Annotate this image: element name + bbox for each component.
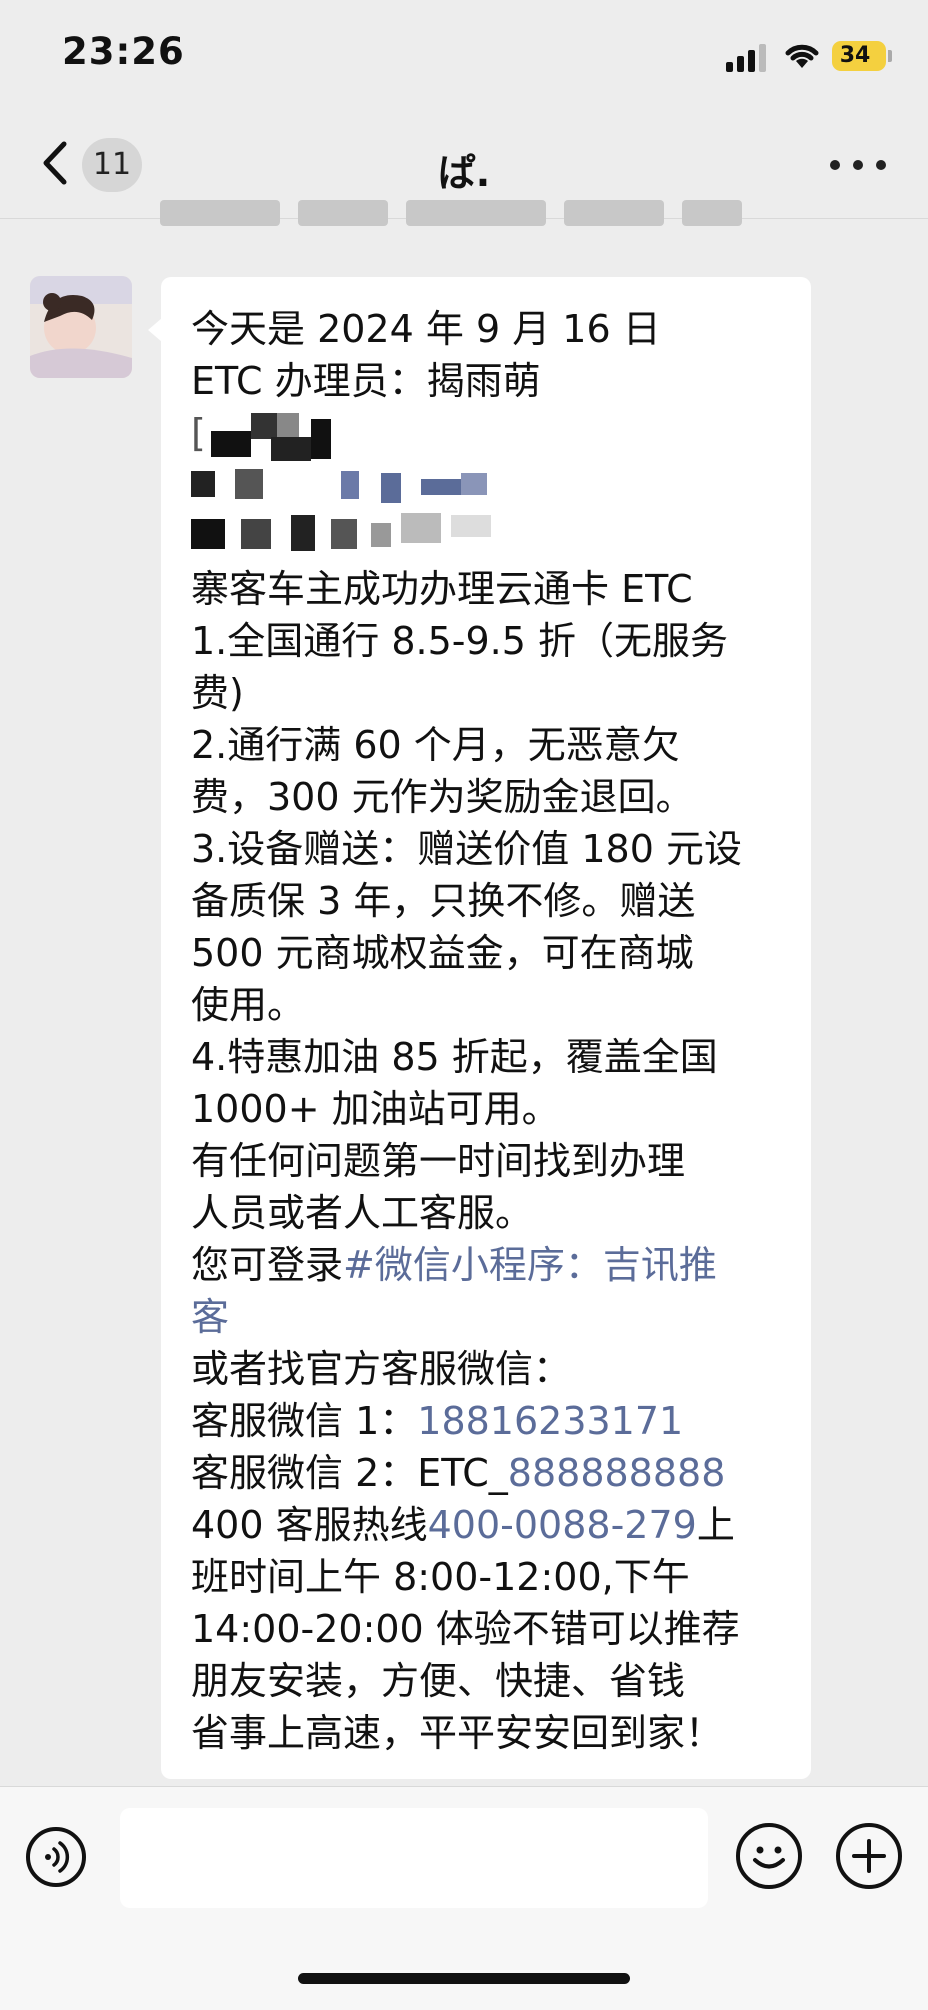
- cellular-signal-icon: [726, 42, 770, 72]
- message-line: 500 元商城权益金，可在商城: [191, 931, 694, 975]
- message-line: 客服微信 2：ETC_888888888: [191, 1447, 725, 1499]
- message-line: 2.通行满 60 个月，无恶意欠: [191, 723, 680, 767]
- previous-message-fragment: [160, 200, 780, 226]
- battery-level: 34: [839, 43, 871, 68]
- message-line: 1.全国通行 8.5-9.5 折（无服务: [191, 619, 728, 663]
- message-line: 省事上高速，平平安安回到家！: [191, 1711, 724, 1755]
- message-line: ETC 办理员：揭雨萌: [191, 359, 541, 403]
- message-text: 客服微信 1：: [191, 1399, 418, 1443]
- plus-glyph: [852, 1839, 886, 1873]
- message-line: 14:00-20:00 体验不错可以推荐: [191, 1607, 740, 1651]
- phone-link[interactable]: 888888888: [508, 1451, 726, 1495]
- redacted-mosaic: [191, 403, 651, 575]
- message-text: 上: [696, 1503, 735, 1547]
- message-text: 400 客服热线: [191, 1503, 428, 1547]
- battery-charging-icon: 34: [832, 41, 886, 71]
- emoji-icon[interactable]: [736, 1823, 802, 1889]
- message-line: 使用。: [191, 983, 306, 1027]
- message-bubble[interactable]: 今天是 2024 年 9 月 16 日 ETC 办理员：揭雨萌 [ 寨客车主成功…: [161, 277, 811, 1779]
- message-line: 400 客服热线400-0088-279上: [191, 1499, 735, 1551]
- message-line: 人员或者人工客服。: [191, 1191, 534, 1235]
- message-input[interactable]: [120, 1808, 708, 1908]
- bubble-tail: [148, 318, 162, 342]
- avatar[interactable]: [30, 276, 132, 378]
- phone-link[interactable]: 400-0088-279: [428, 1503, 697, 1547]
- message-line: 1000+ 加油站可用。: [191, 1087, 560, 1131]
- message-line: 寨客车主成功办理云通卡 ETC: [191, 567, 693, 611]
- message-line: 客: [191, 1291, 229, 1343]
- voice-wave-glyph: [45, 1841, 70, 1873]
- chat-title: ぱ.: [437, 151, 491, 195]
- message-line: 4.特惠加油 85 折起，覆盖全国: [191, 1035, 718, 1079]
- plus-icon[interactable]: [836, 1823, 902, 1889]
- voice-icon[interactable]: [26, 1827, 86, 1887]
- miniprogram-link[interactable]: #微信小程序：吉讯推: [343, 1243, 717, 1287]
- status-time: 23:26: [62, 30, 185, 73]
- message-line: 备质保 3 年，只换不修。赠送: [191, 879, 696, 923]
- status-bar: 23:26 34: [0, 0, 928, 110]
- message-text: 客服微信 2：ETC_: [191, 1451, 508, 1495]
- phone-link[interactable]: 18816233171: [417, 1399, 683, 1443]
- message-text: 您可登录: [191, 1243, 344, 1287]
- battery-cap: [888, 50, 892, 62]
- smile-glyph: [753, 1846, 785, 1869]
- more-horizontal-icon[interactable]: [830, 160, 886, 172]
- message-line: 费，300 元作为奖励金退回。: [191, 775, 694, 819]
- miniprogram-link[interactable]: 客: [191, 1295, 229, 1339]
- message-line: 今天是 2024 年 9 月 16 日: [191, 307, 661, 351]
- message-line: 3.设备赠送：赠送价值 180 元设: [191, 827, 742, 871]
- message-line: 班时间上午 8:00-12:00,下午: [191, 1555, 690, 1599]
- home-indicator: [298, 1973, 630, 1984]
- message-line: 您可登录#微信小程序：吉讯推: [191, 1239, 717, 1291]
- message-line: 客服微信 1：18816233171: [191, 1395, 683, 1447]
- avatar-image: [30, 276, 132, 378]
- message-line: 有任何问题第一时间找到办理: [191, 1139, 686, 1183]
- message-line: 或者找官方客服微信：: [191, 1347, 572, 1391]
- message-line: 费): [191, 671, 244, 715]
- message-line: 朋友安装，方便、快捷、省钱: [191, 1659, 686, 1703]
- wifi-icon: [785, 44, 819, 68]
